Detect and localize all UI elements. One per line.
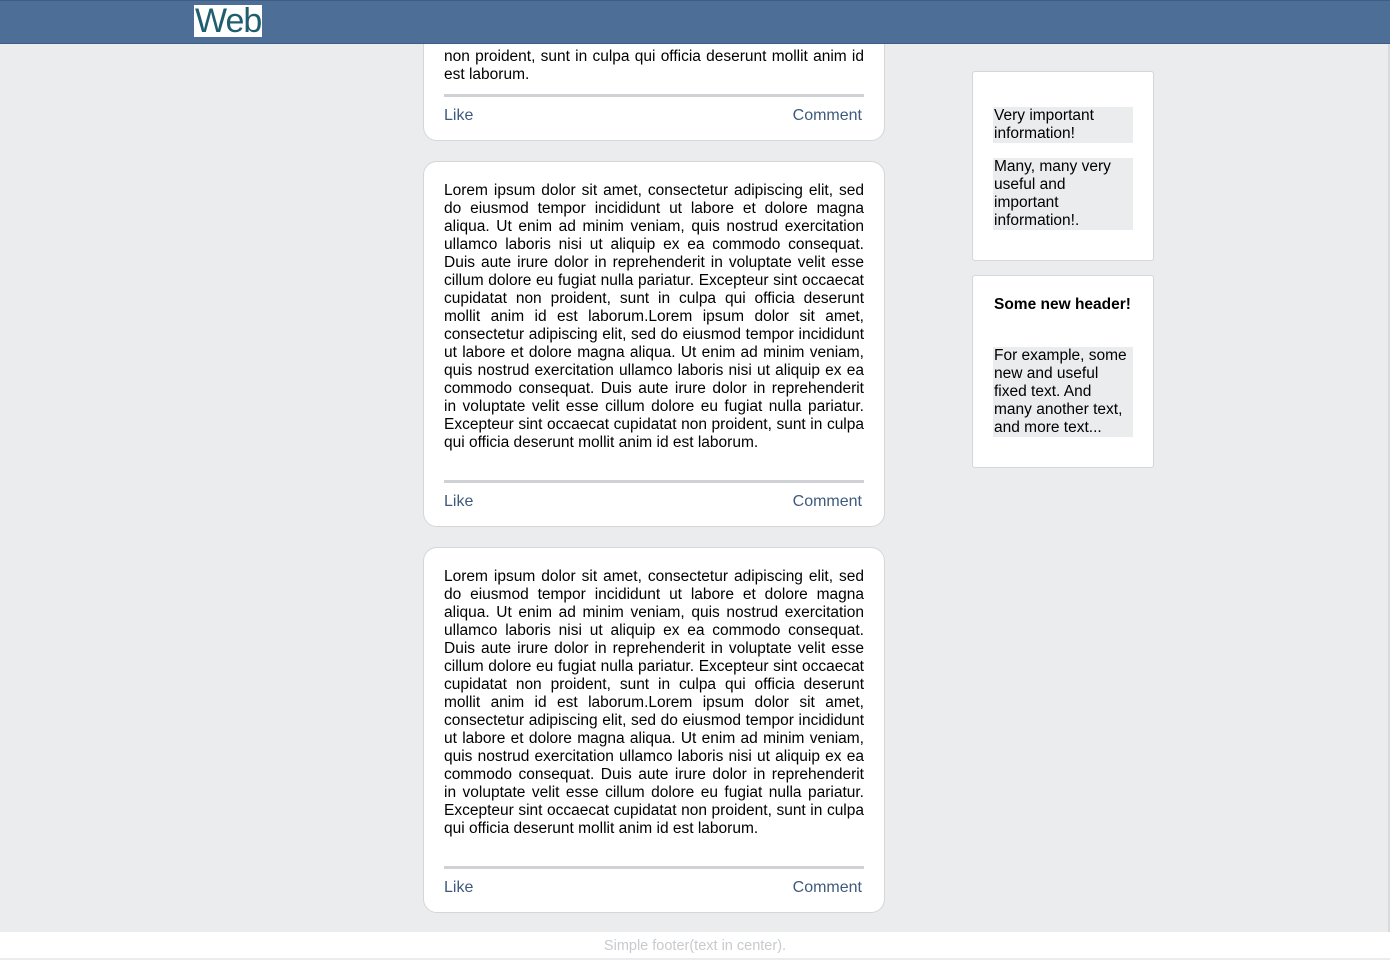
like-button[interactable]: Like (444, 107, 473, 125)
top-navigation-bar: Web (0, 0, 1390, 44)
post-actions: Like Comment (444, 107, 864, 125)
widget-header: Some new header! (994, 296, 1131, 313)
comment-button[interactable]: Comment (793, 879, 862, 897)
post-divider (444, 480, 864, 483)
info-block: Very important information! (993, 107, 1133, 143)
page-footer: Simple footer(text in center). (0, 932, 1390, 958)
info-block: For example, some new and useful fixed t… (993, 347, 1133, 437)
post-divider (444, 866, 864, 869)
like-button[interactable]: Like (444, 879, 473, 897)
post-actions: Like Comment (444, 493, 864, 511)
info-widget: Some new header! For example, some new a… (972, 275, 1154, 468)
info-block: Many, many very useful and important inf… (993, 158, 1133, 230)
post-text: Lorem ipsum dolor sit amet, consectetur … (444, 182, 864, 451)
post-card: Lorem ipsum dolor sit amet, consectetur … (423, 547, 885, 913)
info-widget: Very important information! Many, many v… (972, 71, 1154, 261)
site-logo[interactable]: Web (194, 4, 262, 38)
comment-button[interactable]: Comment (793, 493, 862, 511)
footer-text: Simple footer(text in center). (603, 938, 787, 954)
comment-button[interactable]: Comment (793, 107, 862, 125)
like-button[interactable]: Like (444, 493, 473, 511)
post-actions: Like Comment (444, 879, 864, 897)
post-text: Lorem ipsum dolor sit amet, consectetur … (444, 568, 864, 837)
post-card: Lorem ipsum dolor sit amet, consectetur … (423, 161, 885, 527)
post-text: non proident, sunt in culpa qui officia … (444, 48, 864, 83)
post-divider (444, 94, 864, 97)
